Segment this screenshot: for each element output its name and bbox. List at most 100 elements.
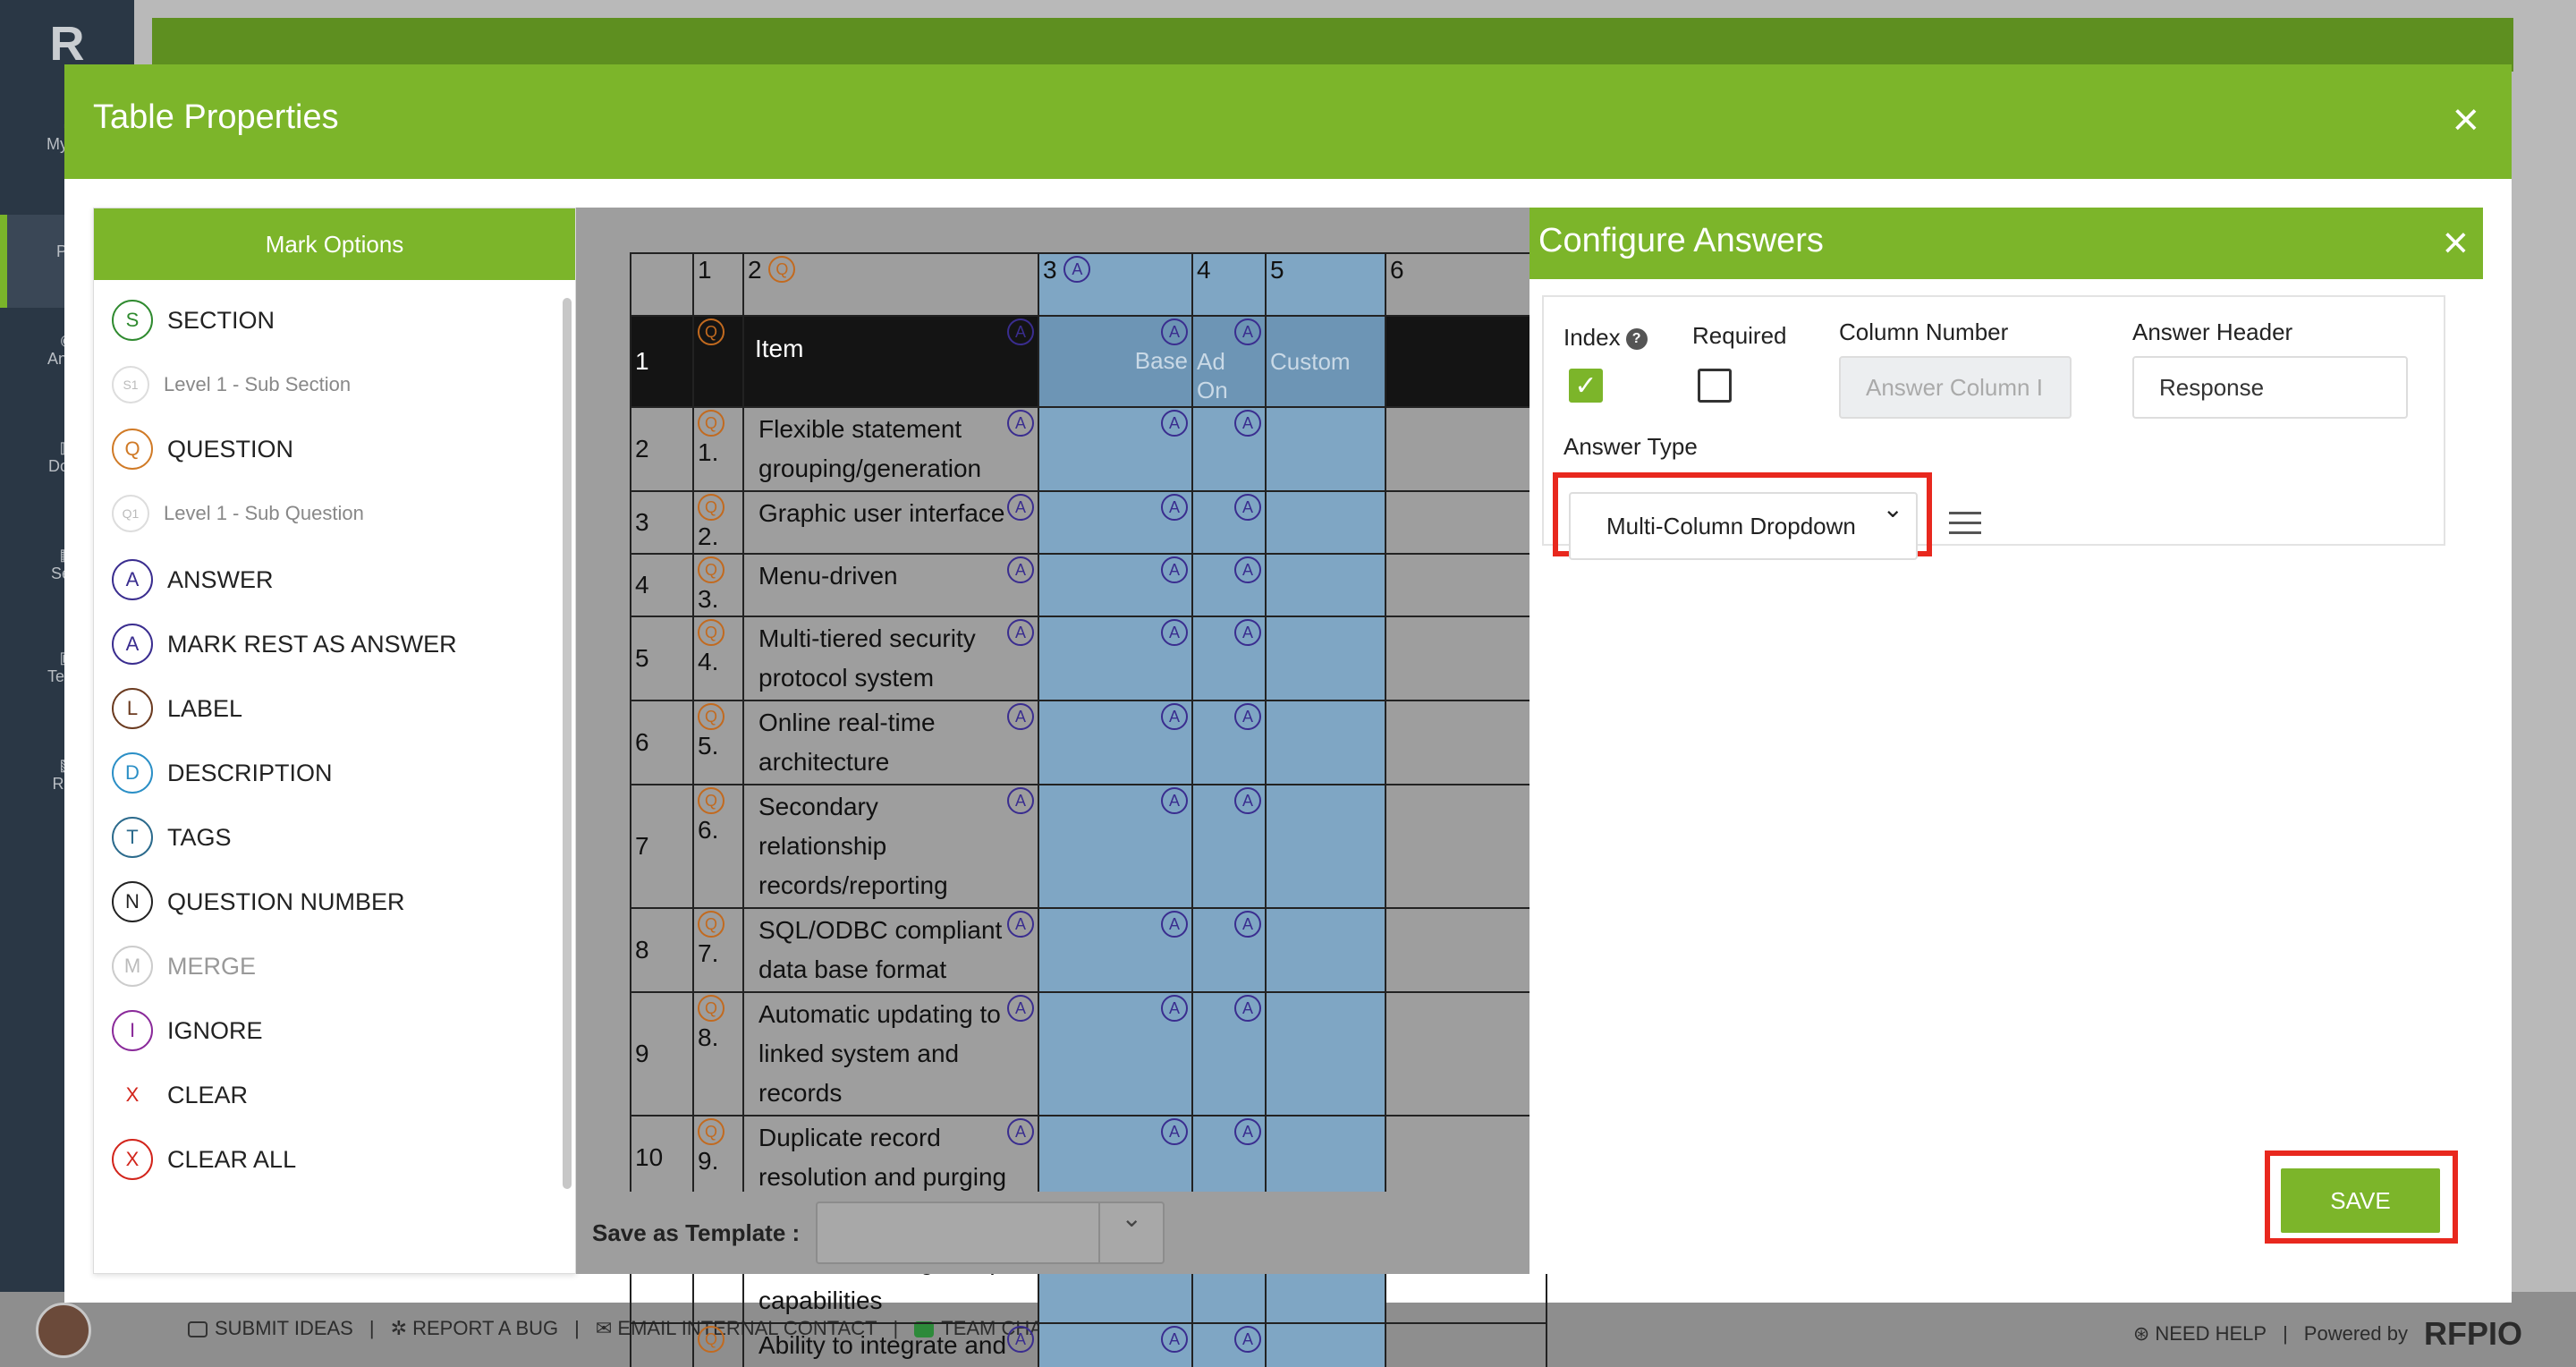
required-checkbox[interactable] [1698, 369, 1732, 403]
mark-option-tags[interactable]: T TAGS [112, 817, 232, 858]
question-marker-icon[interactable]: Q [768, 256, 796, 283]
header-label: Base [1134, 347, 1188, 374]
question-marker-icon[interactable]: Q [698, 995, 724, 1022]
mark-option-level-1-sub-question[interactable]: Q1 Level 1 - Sub Question [112, 495, 364, 532]
answer-marker-icon[interactable]: A [1007, 787, 1034, 814]
question-marker-icon[interactable]: Q [698, 1118, 724, 1145]
submit-ideas-link[interactable]: SUBMIT IDEAS [188, 1317, 353, 1340]
answer-marker-icon[interactable]: A [1234, 410, 1261, 437]
question-marker-icon[interactable]: Q [698, 556, 724, 583]
answer-marker-icon[interactable]: A [1161, 703, 1188, 730]
answer-marker-icon[interactable]: A [1234, 619, 1261, 646]
mark-option-section[interactable]: S SECTION [112, 300, 275, 341]
answer-marker-icon[interactable]: A [1161, 1118, 1188, 1145]
table-cell: A Menu-driven [742, 553, 1039, 617]
table-cell: 8 [630, 907, 694, 993]
index-checkbox[interactable]: ✓ [1569, 369, 1603, 403]
mark-option-clear-all[interactable]: X CLEAR ALL [112, 1139, 296, 1180]
table-cell: A [1191, 1322, 1267, 1367]
mark-option-clear[interactable]: X CLEAR [112, 1074, 248, 1116]
answer-marker-icon[interactable]: A [1234, 787, 1261, 814]
answer-marker-icon[interactable]: A [1161, 911, 1188, 938]
answer-marker-icon[interactable]: A [1007, 494, 1034, 521]
answer-marker-icon[interactable]: A [1161, 318, 1188, 345]
answer-header-input[interactable]: Response [2132, 356, 2408, 419]
answer-marker-icon[interactable]: A [1234, 703, 1261, 730]
mark-option-label: Level 1 - Sub Section [164, 373, 352, 395]
mark-option-answer[interactable]: A ANSWER [112, 559, 274, 600]
table-row: 5 Q 4. A Multi-tiered security protocol syst… [630, 616, 1547, 701]
column-number-input[interactable]: Answer Column I [1839, 356, 2072, 419]
answer-marker-icon[interactable]: A [1063, 256, 1091, 283]
close-icon[interactable]: × [2453, 95, 2479, 145]
answer-type-select[interactable]: Multi-Column Dropdown ⌄ [1569, 492, 1918, 560]
question-marker-icon[interactable]: Q [698, 619, 724, 646]
answer-marker-icon[interactable]: A [1007, 556, 1034, 583]
envelope-icon: ✉ [595, 1317, 618, 1339]
mark-option-ignore[interactable]: I IGNORE [112, 1010, 263, 1051]
table-cell: A [1191, 991, 1267, 1117]
mark-option-question[interactable]: Q QUESTION [112, 429, 293, 470]
answer-marker-icon[interactable]: A [1007, 995, 1034, 1022]
answer-marker-icon[interactable]: A [1234, 494, 1261, 521]
question-marker-icon[interactable]: Q [698, 787, 724, 814]
answer-marker-icon[interactable]: A [1161, 494, 1188, 521]
answer-marker-icon[interactable]: A [1234, 1326, 1261, 1353]
row-number: 6 [635, 728, 649, 756]
answer-marker-icon[interactable]: A [1234, 556, 1261, 583]
answer-marker-icon[interactable]: A [1007, 911, 1034, 938]
table-cell: A Duplicate record resolution and purging [742, 1115, 1039, 1201]
question-marker-icon[interactable]: Q [698, 703, 724, 730]
table-cell: A [1191, 490, 1267, 555]
question-number: 6. [698, 816, 719, 844]
table-cell: A [1038, 1322, 1193, 1367]
question-marker-icon[interactable]: Q [698, 318, 724, 345]
question-marker-icon[interactable]: Q [698, 1326, 724, 1353]
report-bug-link[interactable]: ✲ REPORT A BUG [391, 1317, 559, 1340]
corner-cell [630, 252, 694, 317]
separator: | [2283, 1322, 2288, 1345]
mark-option-mark-rest-as-answer[interactable]: A MARK REST AS ANSWER [112, 624, 457, 665]
mark-option-merge[interactable]: M MERGE [112, 946, 256, 987]
question-marker-icon[interactable]: Q [698, 410, 724, 437]
answer-marker-icon[interactable]: A [1161, 1326, 1188, 1353]
table-cell: A Multi-tiered security protocol system [742, 616, 1039, 701]
save-button[interactable]: SAVE [2281, 1168, 2440, 1233]
mark-option-question-number[interactable]: N QUESTION NUMBER [112, 881, 405, 922]
mark-option-label[interactable]: L LABEL [112, 688, 242, 729]
answer-marker-icon[interactable]: A [1007, 619, 1034, 646]
table-cell: Q 8. [692, 991, 744, 1117]
help-icon[interactable]: ? [1625, 328, 1648, 351]
rfpio-logo: RFPIO [2423, 1315, 2522, 1352]
mark-option-label: LABEL [167, 694, 243, 722]
table-cell: Q 3. [692, 553, 744, 617]
hamburger-menu-icon[interactable] [1949, 512, 1981, 537]
answer-marker-icon[interactable]: A [1234, 995, 1261, 1022]
mark-option-level-1-sub-section[interactable]: S1 Level 1 - Sub Section [112, 366, 351, 403]
column-number-label: Column Number [1839, 318, 2009, 345]
answer-marker-icon[interactable]: A [1007, 410, 1034, 437]
answer-marker-icon[interactable]: A [1161, 556, 1188, 583]
answer-marker-icon[interactable]: A [1007, 1326, 1034, 1353]
answer-marker-icon[interactable]: A [1161, 410, 1188, 437]
answer-marker-icon[interactable]: A [1161, 619, 1188, 646]
required-label: Required [1692, 322, 1787, 349]
scrollbar[interactable] [563, 298, 572, 1189]
table-cell: Q 4. [692, 616, 744, 701]
answer-marker-icon[interactable]: A [1234, 318, 1261, 345]
avatar[interactable] [36, 1303, 91, 1358]
answer-marker-icon[interactable]: A [1161, 787, 1188, 814]
answer-marker-icon[interactable]: A [1161, 995, 1188, 1022]
answer-marker-icon[interactable]: A [1007, 318, 1034, 345]
close-icon[interactable]: × [2443, 217, 2469, 268]
answer-marker-icon[interactable]: A [1007, 1118, 1034, 1145]
item-text: Automatic updating to linked system and … [758, 1000, 1001, 1107]
need-help-link[interactable]: ⊛ NEED HELP [2133, 1322, 2267, 1346]
answer-marker-icon[interactable]: A [1007, 703, 1034, 730]
mark-option-description[interactable]: D DESCRIPTION [112, 752, 333, 794]
template-select[interactable]: ⌄ [816, 1201, 1165, 1264]
question-marker-icon[interactable]: Q [698, 911, 724, 938]
question-marker-icon[interactable]: Q [698, 494, 724, 521]
answer-marker-icon[interactable]: A [1234, 1118, 1261, 1145]
answer-marker-icon[interactable]: A [1234, 911, 1261, 938]
